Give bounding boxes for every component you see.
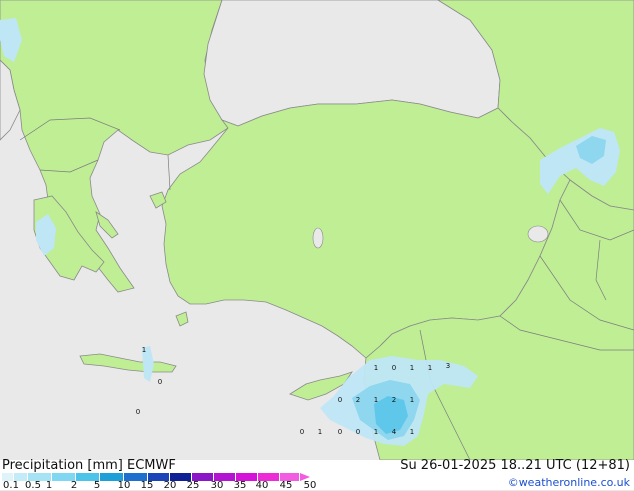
- point-value: 1: [374, 364, 378, 372]
- precipitation-map: 1 0 1 1 3 0 2 1 2 1 0 1 0 0 1 4 1 1 0 0: [0, 0, 634, 460]
- point-value: 1: [374, 396, 378, 404]
- point-value: 0: [158, 378, 162, 386]
- point-value: 3: [446, 362, 450, 370]
- point-value: 1: [428, 364, 432, 372]
- point-value: 0: [300, 428, 304, 436]
- validity-time: Su 26-01-2025 18..21 UTC (12+81): [400, 458, 630, 473]
- point-value: 1: [410, 396, 414, 404]
- credit-link[interactable]: ©weatheronline.co.uk: [508, 476, 630, 490]
- weather-map-panel: 10113021210100141100 Precipitation [mm] …: [0, 0, 634, 491]
- lake-van: [527, 225, 549, 243]
- point-value: 1: [410, 364, 414, 372]
- point-value: 1: [142, 346, 146, 354]
- point-value: 0: [338, 428, 342, 436]
- point-value: 2: [356, 396, 360, 404]
- point-value: 1: [374, 428, 378, 436]
- point-value: 0: [338, 396, 342, 404]
- point-value: 0: [356, 428, 360, 436]
- point-value: 0: [136, 408, 140, 416]
- legend-title: Precipitation [mm]: [2, 458, 123, 473]
- lake-tuz: [312, 227, 324, 249]
- point-value: 2: [392, 396, 396, 404]
- point-value: 1: [318, 428, 322, 436]
- point-value: 1: [410, 428, 414, 436]
- model-name: ECMWF: [127, 458, 176, 473]
- point-value: 4: [392, 428, 397, 436]
- point-value: 0: [392, 364, 396, 372]
